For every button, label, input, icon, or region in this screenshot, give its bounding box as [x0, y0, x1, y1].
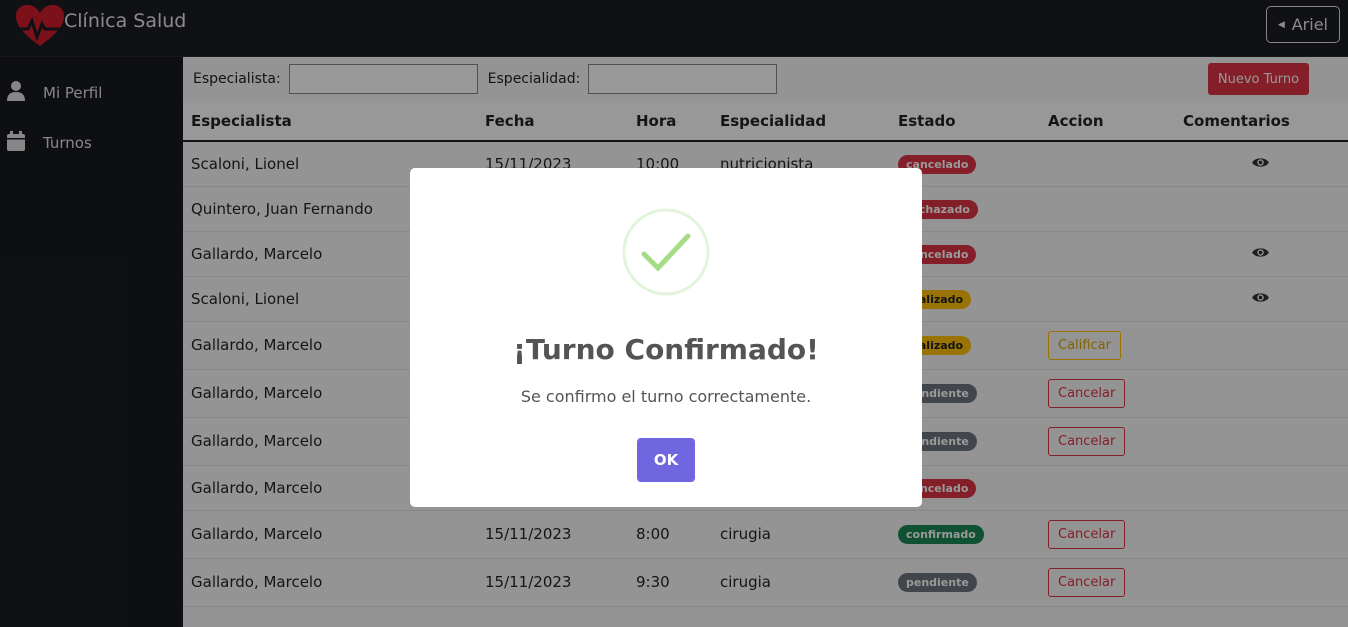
ok-button[interactable]: OK [637, 438, 695, 482]
modal-backdrop[interactable]: ¡Turno Confirmado! Se confirmo el turno … [0, 0, 1348, 627]
confirmation-dialog: ¡Turno Confirmado! Se confirmo el turno … [410, 168, 922, 507]
success-check-icon [622, 208, 710, 296]
dialog-message: Se confirmo el turno correctamente. [520, 387, 812, 406]
dialog-title: ¡Turno Confirmado! [513, 333, 819, 366]
